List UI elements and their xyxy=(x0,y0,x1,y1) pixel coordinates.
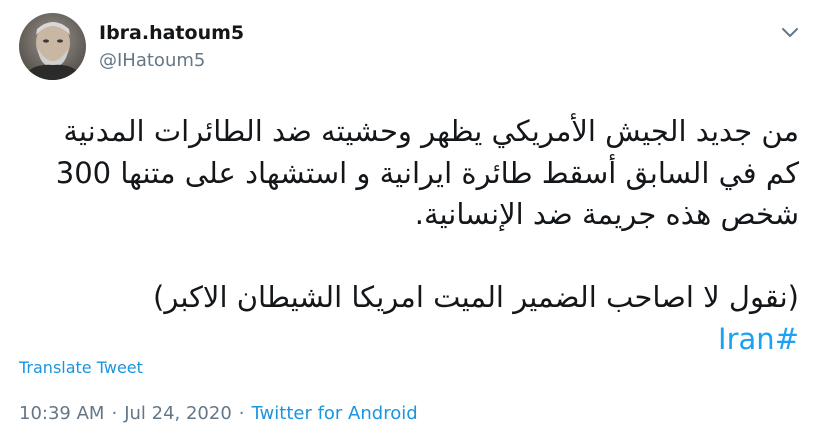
tweet-meta: 10:39 AM · Jul 24, 2020 · Twitter for Androi… xyxy=(19,403,418,424)
tweet-source-link[interactable]: Twitter for Android xyxy=(252,403,418,424)
translate-tweet-link[interactable]: Translate Tweet xyxy=(19,358,143,377)
meta-separator: · xyxy=(111,403,118,424)
meta-separator: · xyxy=(238,403,245,424)
tweet-quote-line: (نقول لا اصاحب الضمير الميت امريكا الشيط… xyxy=(153,280,799,314)
avatar[interactable] xyxy=(19,13,86,80)
tweet-text: من جديد الجيش الأمريكي يظهر وحشيته ضد ال… xyxy=(19,111,799,360)
avatar-photo xyxy=(19,13,86,80)
hashtag-link[interactable]: #Iran xyxy=(718,322,799,356)
tweet-line: من جديد الجيش الأمريكي يظهر وحشيته ضد ال… xyxy=(63,114,799,148)
tweet-date: Jul 24, 2020 xyxy=(124,403,232,424)
tweet-line: شخص هذه جريمة ضد الإنسانية. xyxy=(414,197,799,231)
tweet-time: 10:39 AM xyxy=(19,403,105,424)
author-handle[interactable]: @IHatoum5 xyxy=(99,50,205,71)
author-name[interactable]: Ibra.hatoum5 xyxy=(99,22,244,44)
chevron-down-icon[interactable] xyxy=(778,20,802,44)
tweet-line: كم في السابق أسقط طائرة ايرانية و استشها… xyxy=(55,155,799,190)
